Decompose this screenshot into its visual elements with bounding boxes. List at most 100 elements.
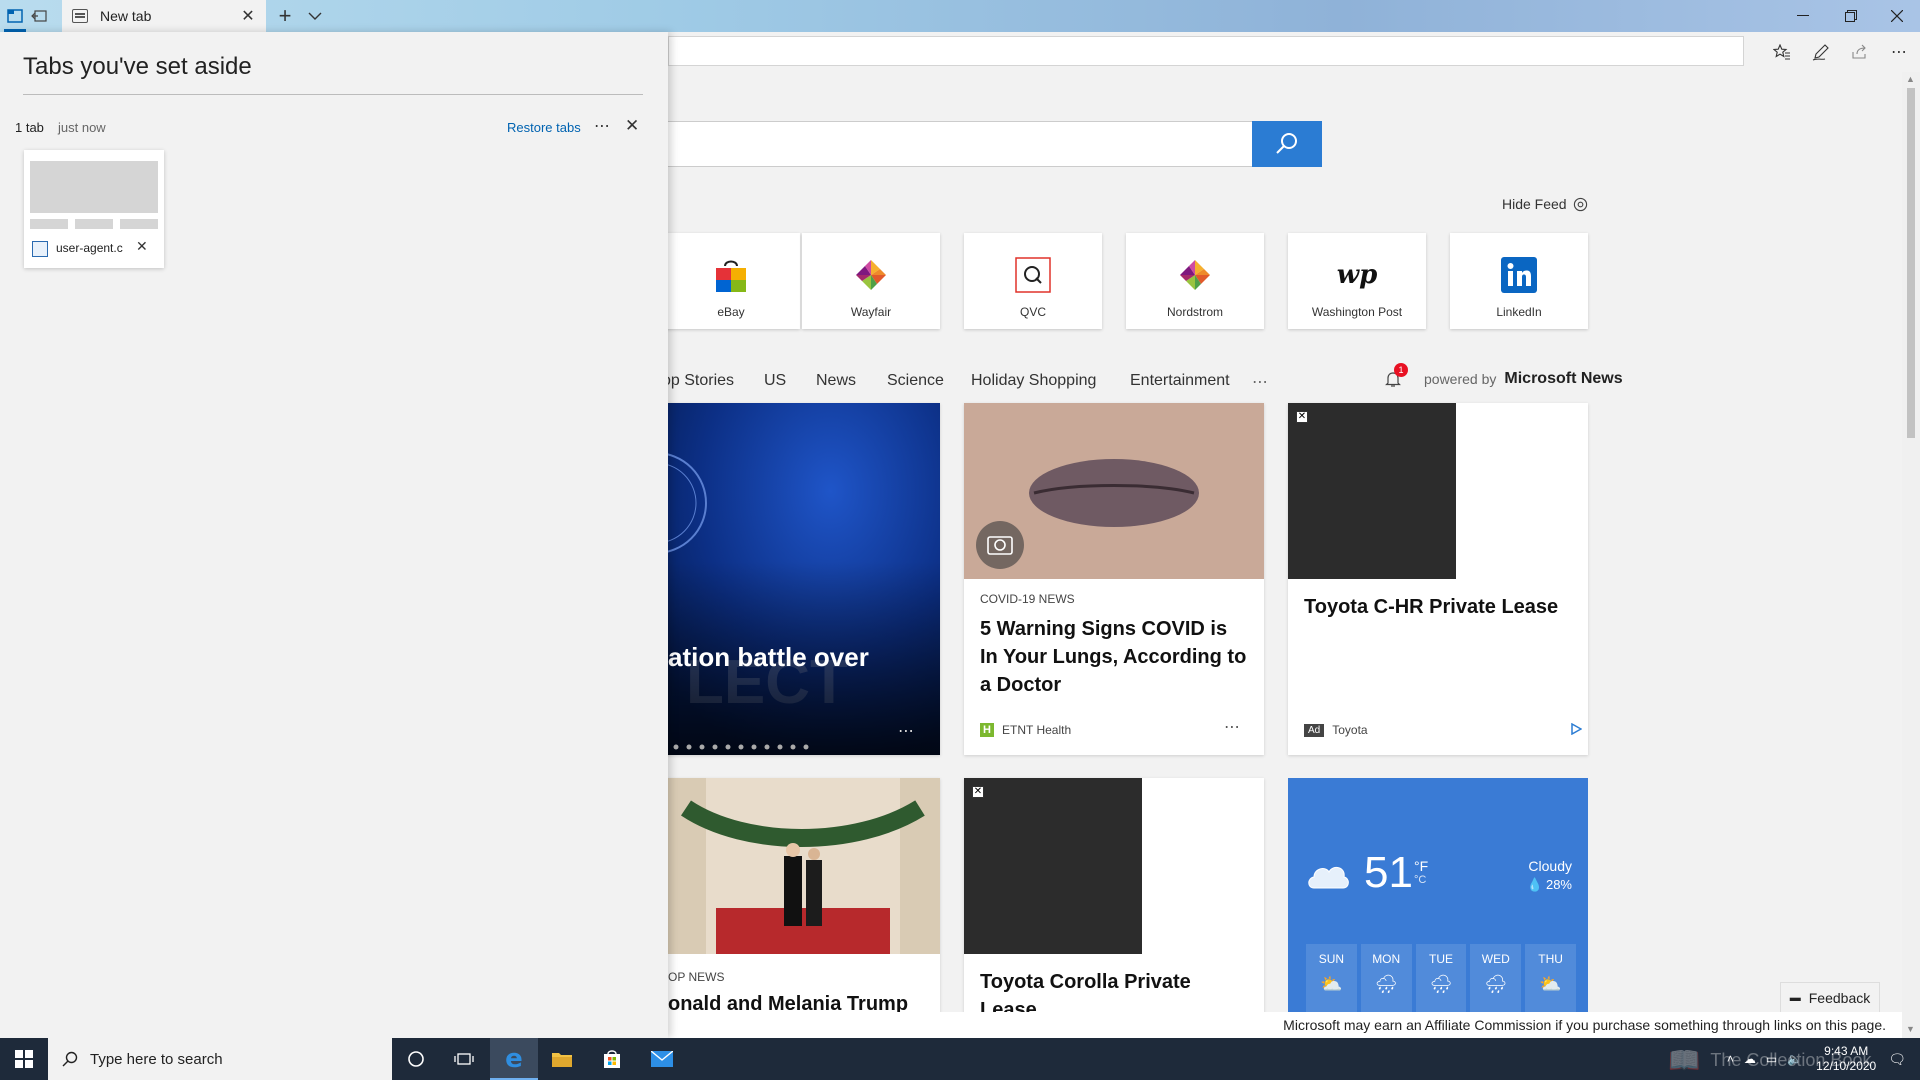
top-site-ebay[interactable]: eBay	[668, 233, 800, 329]
thumbnail-title: user-agent.c	[56, 241, 123, 255]
address-bar[interactable]	[668, 36, 1744, 66]
top-site-wayfair[interactable]: Wayfair	[802, 233, 940, 329]
card-more-icon[interactable]: ⋯	[898, 721, 915, 741]
tab-count: 1 tab	[15, 120, 44, 135]
minimize-button[interactable]	[1780, 0, 1826, 32]
chevron-up-icon[interactable]: ˄	[1727, 1052, 1734, 1066]
onedrive-icon[interactable]: ☁	[1744, 1052, 1756, 1066]
toyota-chr-ad-card[interactable]: ✕ Toyota C-HR Private Lease Ad Toyota	[1288, 403, 1588, 755]
top-site-label: QVC	[1019, 305, 1046, 319]
top-site-qvc[interactable]: QVC	[964, 233, 1102, 329]
share-icon[interactable]	[1848, 40, 1872, 64]
bell-icon[interactable]: 1	[1384, 363, 1408, 388]
cortana-icon[interactable]	[392, 1038, 440, 1080]
taskbar-search-placeholder: Type here to search	[90, 1050, 223, 1068]
tab-thumbnail[interactable]: user-agent.c ✕	[24, 150, 164, 268]
gear-icon	[1573, 197, 1587, 211]
raindrop-icon: 💧	[1526, 877, 1543, 892]
clock[interactable]: 9:43 AM 12/10/2020	[1816, 1044, 1876, 1074]
forecast-day[interactable]: WED 🌧	[1470, 944, 1522, 1018]
category-science[interactable]: Science	[887, 372, 944, 390]
edge-taskbar-icon[interactable]: e	[490, 1038, 538, 1080]
set-more-icon[interactable]: ⋯	[594, 116, 611, 136]
taskbar: Type here to search e ˄ ☁ ▭ 🔈 9:43 AM 12…	[0, 1038, 1920, 1080]
file-explorer-icon[interactable]	[538, 1038, 586, 1080]
top-site-label: Wayfair	[850, 305, 892, 319]
pen-icon[interactable]	[1809, 40, 1833, 64]
page-scrollbar[interactable]: ▲ ▼	[1902, 72, 1920, 1038]
etnt-health-logo: H	[980, 723, 994, 737]
web-search-input[interactable]	[668, 121, 1256, 167]
more-options-icon[interactable]: ⋯	[1887, 40, 1911, 64]
restore-tabs-link[interactable]: Restore tabs	[507, 120, 581, 135]
volume-icon[interactable]: 🔈	[1787, 1052, 1802, 1066]
close-set-icon[interactable]: ✕	[625, 116, 639, 136]
powered-by-prefix: powered by	[1424, 371, 1497, 387]
category-entertainment[interactable]: Entertainment	[1130, 372, 1230, 390]
partly-sunny-icon: ⛅	[1320, 974, 1343, 994]
network-icon[interactable]: ▭	[1766, 1052, 1777, 1066]
remove-tab-icon[interactable]: ✕	[136, 238, 148, 255]
favorites-icon[interactable]	[1770, 40, 1794, 64]
feedback-button[interactable]: ▬ Feedback	[1780, 982, 1880, 1014]
weather-unit-c[interactable]: °C	[1414, 874, 1426, 886]
more-categories-icon[interactable]: ⋯	[1252, 372, 1268, 392]
new-tab-page: Hide Feed eBay Wayfair QVC Nordstrom wp …	[668, 72, 1902, 1038]
close-tab-icon[interactable]: ✕	[236, 4, 260, 28]
forecast-day[interactable]: THU ⛅	[1525, 944, 1576, 1018]
hide-feed-button[interactable]: Hide Feed	[1502, 196, 1588, 212]
powered-by-brand: Microsoft News	[1504, 370, 1623, 387]
wapo-logo: wp	[1336, 260, 1378, 290]
ebay-bag-icon	[711, 255, 751, 295]
taskbar-search-box[interactable]: Type here to search	[48, 1038, 392, 1080]
top-site-washington-post[interactable]: wp Washington Post	[1288, 233, 1426, 329]
category-news[interactable]: News	[816, 372, 856, 390]
top-site-linkedin[interactable]: LinkedIn	[1450, 233, 1588, 329]
toyota-corolla-ad-card[interactable]: ✕ Toyota Corolla Private Lease	[964, 778, 1264, 1018]
clock-time: 9:43 AM	[1824, 1044, 1869, 1058]
adchoices-icon[interactable]	[1570, 723, 1582, 735]
set-tabs-aside-icon[interactable]	[28, 6, 50, 26]
partly-sunny-icon: ⛅	[1539, 974, 1562, 994]
affiliate-disclaimer: Microsoft may earn an Affiliate Commissi…	[668, 1012, 1902, 1038]
notifications-icon[interactable]: 🗨	[1888, 1051, 1906, 1068]
restore-button[interactable]	[1828, 0, 1874, 32]
new-tab-button[interactable]: +	[272, 3, 298, 29]
set-time: just now	[58, 120, 106, 135]
weather-card[interactable]: 51 °F °C Cloudy 💧 28% SUN ⛅ MON 🌧 TUE 🌧 WED 🌧…	[1288, 778, 1588, 1018]
forecast-day-label: WED	[1481, 952, 1510, 966]
search-button[interactable]	[1252, 121, 1322, 167]
linkedin-logo	[1499, 255, 1539, 295]
scroll-thumb[interactable]	[1907, 88, 1915, 438]
tab-new-tab[interactable]: New tab ✕	[62, 0, 266, 32]
forecast-day[interactable]: SUN ⛅	[1306, 944, 1357, 1018]
scroll-down-icon[interactable]: ▼	[1906, 1024, 1915, 1034]
store-icon[interactable]	[588, 1038, 636, 1080]
card-kicker: OP NEWS	[668, 970, 725, 984]
forecast-day[interactable]: MON 🌧	[1360, 944, 1412, 1018]
top-site-nordstrom[interactable]: Nordstrom	[1126, 233, 1264, 329]
card-headline: Toyota Corolla Private Lease	[980, 971, 1191, 1018]
card-more-icon[interactable]: ⋯	[1224, 717, 1241, 737]
forecast-day-label: THU	[1538, 952, 1563, 966]
weather-unit-f[interactable]: °F	[1414, 858, 1428, 874]
chevron-down-icon[interactable]	[302, 3, 328, 29]
windows-start-icon[interactable]	[0, 1038, 48, 1080]
category-us[interactable]: US	[764, 372, 786, 390]
lips-image	[964, 403, 1264, 579]
white-house-image	[668, 778, 940, 954]
mail-icon[interactable]	[638, 1038, 686, 1080]
category-top-stories[interactable]: op Stories	[668, 372, 734, 390]
trump-news-card[interactable]: OP NEWS onald and Melania Trump	[668, 778, 940, 1018]
close-window-button[interactable]	[1874, 0, 1920, 32]
rain-icon: 🌧	[1374, 974, 1398, 994]
hero-news-card[interactable]: LECT ation battle over ⋯	[668, 403, 940, 755]
tabs-aside-icon[interactable]	[4, 6, 26, 32]
forecast-day[interactable]: TUE 🌧	[1415, 944, 1467, 1018]
category-holiday-shopping[interactable]: Holiday Shopping	[971, 372, 1096, 390]
task-view-icon[interactable]	[440, 1038, 488, 1080]
feedback-label: Feedback	[1808, 990, 1871, 1006]
wayfair-logo	[851, 255, 891, 295]
scroll-up-icon[interactable]: ▲	[1906, 74, 1915, 84]
covid-news-card[interactable]: COVID-19 NEWS 5 Warning Signs COVID is I…	[964, 403, 1264, 755]
